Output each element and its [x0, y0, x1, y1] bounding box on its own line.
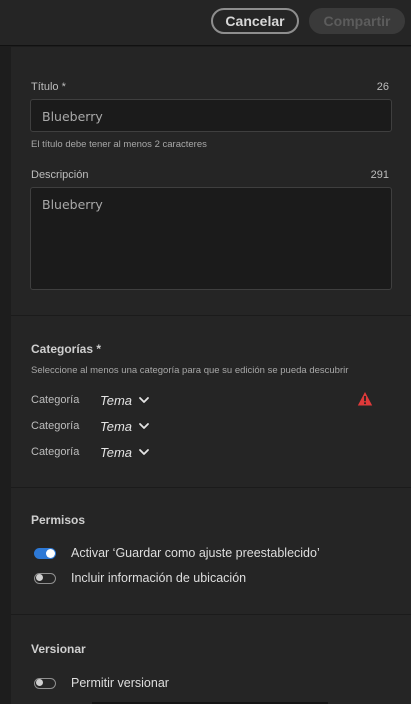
save-preset-toggle[interactable] — [34, 547, 56, 559]
details-section: Título * 26 Blueberry El título debe ten… — [11, 47, 411, 315]
save-preset-label: Activar ‘Guardar como ajuste preestablec… — [71, 546, 320, 560]
permissions-section: Permisos Activar ‘Guardar como ajuste pr… — [11, 488, 411, 614]
category-dropdown[interactable]: Tema — [100, 419, 132, 434]
share-form-panel: Título * 26 Blueberry El título debe ten… — [11, 47, 411, 704]
versioning-toggle[interactable] — [34, 677, 56, 689]
description-textarea[interactable]: Blueberry — [30, 187, 392, 290]
categories-hint: Seleccione al menos una categoría para q… — [31, 365, 349, 376]
toggle-knob — [36, 573, 43, 581]
categories-section: Categorías * Seleccione al menos una cat… — [11, 316, 411, 487]
category-dropdown[interactable]: Tema — [100, 445, 132, 460]
description-char-count: 291 — [370, 169, 389, 181]
chevron-down-icon[interactable] — [138, 394, 150, 406]
permissions-heading: Permisos — [31, 513, 86, 527]
category-label: Categoría — [31, 394, 80, 406]
title-input[interactable]: Blueberry — [30, 99, 392, 132]
category-dropdown[interactable]: Tema — [100, 393, 132, 408]
versioning-heading: Versionar — [31, 642, 86, 656]
description-label: Descripción — [31, 169, 89, 181]
toggle-knob — [45, 548, 55, 558]
cancel-button[interactable]: Cancelar — [211, 8, 299, 34]
category-row: Categoría Tema — [31, 443, 150, 461]
title-hint: El título debe tener al menos 2 caracter… — [31, 139, 207, 150]
top-bar: Cancelar Compartir — [0, 0, 411, 46]
category-row: Categoría Tema — [31, 417, 150, 435]
location-toggle-row[interactable]: Incluir información de ubicación — [34, 569, 246, 587]
category-label: Categoría — [31, 446, 80, 458]
location-toggle[interactable] — [34, 572, 56, 584]
toggle-knob — [36, 678, 43, 686]
title-label: Título * — [31, 81, 66, 93]
chevron-down-icon[interactable] — [138, 420, 150, 432]
location-label: Incluir información de ubicación — [71, 571, 247, 585]
title-char-count: 26 — [376, 81, 389, 93]
versioning-section: Versionar Permitir versionar — [11, 615, 411, 704]
versioning-toggle-row[interactable]: Permitir versionar — [34, 674, 169, 692]
save-preset-toggle-row[interactable]: Activar ‘Guardar como ajuste preestablec… — [34, 544, 320, 562]
chevron-down-icon[interactable] — [138, 446, 150, 458]
versioning-label: Permitir versionar — [71, 676, 169, 690]
category-label: Categoría — [31, 420, 80, 432]
warning-triangle-icon — [357, 392, 373, 406]
categories-heading: Categorías * — [31, 342, 102, 356]
category-row: Categoría Tema — [31, 391, 150, 409]
share-button[interactable]: Compartir — [309, 8, 405, 34]
